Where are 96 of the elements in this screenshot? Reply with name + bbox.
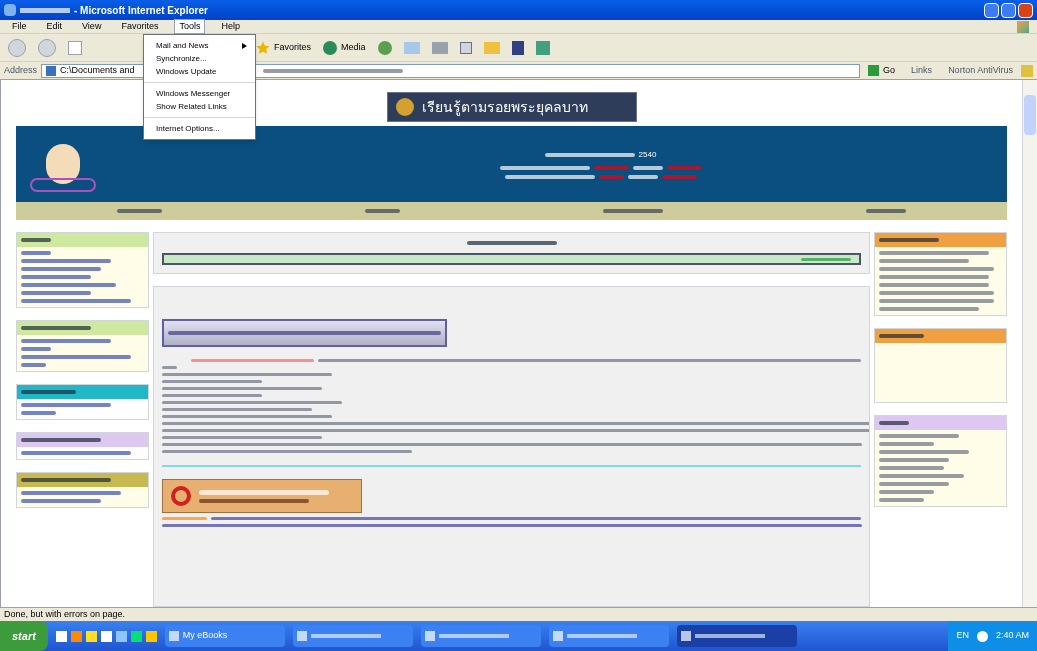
key-icon: [171, 486, 191, 506]
menu-option[interactable]: Mail and News: [144, 39, 255, 52]
links-label[interactable]: Links: [903, 63, 941, 78]
menu-item[interactable]: View: [78, 19, 106, 34]
blurred-text-line: [602, 209, 663, 213]
menu-option[interactable]: Show Related Links: [144, 100, 255, 113]
blurred-text-line: [879, 334, 924, 338]
printer-icon: [431, 41, 448, 54]
blurred-text-line: [879, 421, 909, 425]
blurred-text-line: [21, 275, 91, 279]
blurred-text-line: [879, 466, 944, 470]
menu-option[interactable]: Windows Messenger: [144, 87, 255, 100]
quick-launch-icon[interactable]: [85, 630, 97, 642]
quick-launch-icon[interactable]: [55, 630, 67, 642]
header-year: 2540: [638, 149, 657, 161]
blurred-text-line: [879, 442, 934, 446]
menu-item[interactable]: File: [8, 19, 31, 34]
blurred-text-line: [21, 238, 51, 242]
taskbar-button[interactable]: My eBooks: [164, 625, 285, 647]
menu-option-label[interactable]: Show Related Links: [156, 100, 227, 113]
menu-option[interactable]: Synchronize...: [144, 52, 255, 65]
quick-launch-icon[interactable]: [130, 630, 142, 642]
blurred-text-line: [598, 175, 624, 179]
scroll-thumb[interactable]: [1024, 95, 1036, 135]
blurred-text-line: [21, 291, 91, 295]
blurred-text-line: [879, 238, 939, 242]
blurred-text-line: [365, 209, 401, 213]
scrollbar[interactable]: [1022, 80, 1037, 607]
blurred-text-line: [162, 366, 177, 369]
blurred-text-line: [879, 458, 949, 462]
clock: 2:40 AM: [995, 629, 1029, 643]
globe-icon: [323, 40, 337, 55]
banner-title: เรียนรู้ตามรอยพระยุคลบาท: [421, 97, 588, 118]
blurred-text-line: [21, 363, 46, 367]
menu-option[interactable]: Windows Update: [144, 65, 255, 78]
menu-option-label[interactable]: Windows Messenger: [156, 87, 231, 100]
blurred-text-line: [801, 257, 851, 261]
blurred-text-line: [21, 390, 76, 394]
stop-button[interactable]: [68, 40, 82, 55]
menu-option-label[interactable]: Synchronize...: [156, 52, 207, 65]
taskbar-button[interactable]: [420, 625, 541, 647]
forward-button[interactable]: [38, 38, 56, 57]
ie-icon: [4, 4, 16, 16]
quick-launch-icon[interactable]: [115, 630, 127, 642]
window-title: - Microsoft Internet Explorer: [74, 3, 208, 18]
history-icon: [377, 40, 392, 55]
blurred-text-line: [661, 175, 697, 179]
menu-option-label[interactable]: Mail and News: [156, 39, 209, 52]
media-label[interactable]: Media: [341, 40, 366, 55]
windows-logo-icon: [1017, 20, 1029, 33]
mail-icon: [403, 41, 420, 54]
menu-item[interactable]: Help: [217, 19, 244, 34]
antivirus-button[interactable]: Norton AntiVirus: [944, 63, 1017, 78]
blurred-text-line: [879, 482, 949, 486]
blurred-text-line: [632, 166, 663, 170]
blurred-text-line: [666, 166, 702, 170]
go-button[interactable]: Go: [864, 63, 900, 78]
quick-launch-icon[interactable]: [145, 630, 157, 642]
address-label: Address: [4, 63, 38, 77]
article-heading-button[interactable]: [162, 319, 447, 347]
menu-item[interactable]: Favorites: [117, 19, 163, 34]
menu-option[interactable]: Internet Options...: [144, 122, 255, 135]
tray-icon: [976, 630, 988, 642]
maximize-button[interactable]: [1001, 2, 1016, 18]
status-text: Done, but with errors on page.: [4, 607, 126, 621]
star-icon: [256, 40, 270, 55]
favorites-label[interactable]: Favorites: [274, 40, 311, 55]
folder-icon: [483, 41, 500, 54]
blurred-text-line: [879, 490, 934, 494]
blurred-text-line: [162, 517, 207, 520]
blurred-text-line: [21, 347, 51, 351]
menu-option-label[interactable]: Windows Update: [156, 65, 217, 78]
book-icon: [511, 40, 524, 55]
blurred-text-line: [21, 411, 56, 415]
back-button[interactable]: [8, 38, 26, 57]
close-button[interactable]: [1018, 2, 1033, 18]
page-icon: [46, 65, 57, 76]
network-icon: [535, 40, 550, 55]
menu-option-label[interactable]: Internet Options...: [156, 122, 220, 135]
antivirus-icon: [1021, 64, 1033, 77]
taskbar-button[interactable]: [548, 625, 669, 647]
blurred-text-line: [117, 209, 163, 213]
minimize-button[interactable]: [984, 2, 999, 18]
blurred-text-line: [593, 166, 629, 170]
taskbar-button[interactable]: [292, 625, 413, 647]
blurred-text-line: [627, 175, 658, 179]
edit-icon: [459, 41, 472, 54]
blurred-text-line: [21, 326, 91, 330]
blurred-text-line: [21, 251, 51, 255]
menu-item[interactable]: Edit: [42, 19, 67, 34]
quick-launch-icon[interactable]: [70, 630, 82, 642]
emblem-icon: [395, 98, 414, 116]
quick-launch-icon[interactable]: [100, 630, 112, 642]
blurred-text-line: [865, 209, 906, 213]
taskbar-button[interactable]: [676, 625, 797, 647]
blurred-text-line: [879, 498, 924, 502]
